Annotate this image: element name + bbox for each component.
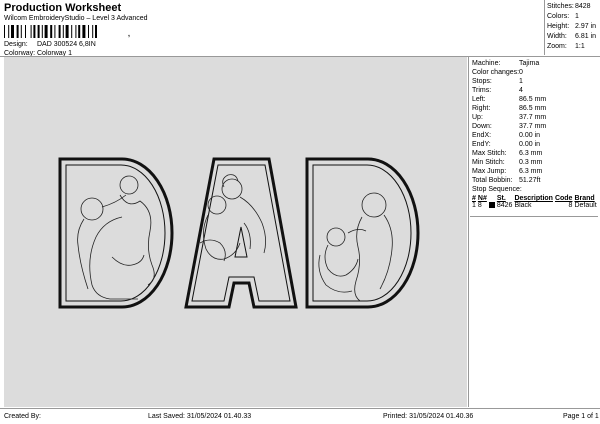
row-brand: Default xyxy=(574,202,597,209)
barcode-suffix: , xyxy=(128,31,130,38)
spec-label: Max Stitch: xyxy=(472,150,507,157)
software-subtitle: Wilcom EmbroideryStudio – Level 3 Advanc… xyxy=(4,15,148,22)
spec-label: Stops: xyxy=(472,78,492,85)
header-code: Code xyxy=(554,195,573,202)
embroidery-design xyxy=(58,157,420,309)
header-stitches: St. xyxy=(496,195,506,202)
spec-label: Left: xyxy=(472,96,486,103)
page-title: Production Worksheet xyxy=(4,2,122,14)
barcode-bar xyxy=(16,25,19,38)
spec-value: 0 xyxy=(519,69,523,76)
barcode-bar xyxy=(11,25,14,38)
spec-label: EndX: xyxy=(472,132,492,139)
header-n: N# xyxy=(477,195,487,202)
height-label: Height: xyxy=(547,23,570,30)
height-value: 2.97 in xyxy=(575,23,597,30)
barcode-bar xyxy=(54,25,56,38)
table-header-row: # N# St. Description Code Brand xyxy=(471,195,598,202)
colors-label: Colors: xyxy=(547,13,570,20)
barcode-bar xyxy=(37,25,40,38)
header-swatch xyxy=(488,195,496,202)
zoom-label: Zoom: xyxy=(547,43,567,50)
letter-d-left xyxy=(58,157,174,309)
barcode-bar xyxy=(58,25,61,38)
zoom-value: 1:1 xyxy=(575,43,585,50)
spec-label: Up: xyxy=(472,114,483,121)
row-description: Black xyxy=(514,202,532,209)
created-by: Created By: xyxy=(4,413,41,420)
barcode-bar xyxy=(95,25,97,38)
spec-value: 86.5 mm xyxy=(519,96,547,103)
barcode-bar xyxy=(50,25,53,38)
header-brand: Brand xyxy=(574,195,595,202)
stitches-value: 8428 xyxy=(575,3,591,10)
barcode-bar xyxy=(4,25,5,38)
spec-value: 0.00 in xyxy=(519,132,541,139)
row-swatch xyxy=(488,202,496,209)
letter-a xyxy=(184,157,298,309)
row-code: 8 xyxy=(568,202,573,209)
design-value: DAD 300524 6,8IN xyxy=(37,41,96,48)
stop-sequence-table: # N# St. Description Code Brand 1 8 8426… xyxy=(471,195,598,209)
spec-value: 0.00 in xyxy=(519,141,541,148)
panel-divider xyxy=(468,57,469,407)
spec-label: Right: xyxy=(472,105,491,112)
footer-divider xyxy=(0,408,600,409)
barcode-bar xyxy=(65,25,69,38)
barcode-bar xyxy=(82,25,86,38)
sequence-divider xyxy=(470,216,598,217)
spec-label: Max Jump: xyxy=(472,168,507,175)
spec-label: Min Stitch: xyxy=(472,159,505,166)
table-row: 1 8 8426 Black 8 Default xyxy=(471,202,598,209)
color-swatch xyxy=(488,202,495,209)
stop-sequence-title: Stop Sequence: xyxy=(472,186,522,193)
design-preview xyxy=(4,57,467,407)
spec-value: 1 xyxy=(519,78,523,85)
barcode-bar xyxy=(44,25,48,38)
stitches-label: Stitches: xyxy=(547,3,574,10)
colors-value: 1 xyxy=(575,13,579,20)
barcode-bar xyxy=(8,25,10,38)
row-n: 8 xyxy=(477,202,482,209)
barcode-bar xyxy=(41,25,43,38)
width-label: Width: xyxy=(547,33,567,40)
barcode-bar xyxy=(25,25,26,38)
spec-value: 6.3 mm xyxy=(519,168,543,175)
spec-value: Tajima xyxy=(519,60,540,67)
spec-label: Total Bobbin: xyxy=(472,177,513,184)
letter-d-right xyxy=(305,157,420,309)
barcode-bar xyxy=(20,25,22,38)
page-number: Page 1 of 1 xyxy=(563,413,599,420)
barcode-bar xyxy=(88,25,89,38)
spec-value: 4 xyxy=(519,87,523,94)
barcode-bar xyxy=(75,25,77,38)
spec-value: 86.5 mm xyxy=(519,105,547,112)
header-divider xyxy=(544,0,545,55)
spec-value: 0.3 mm xyxy=(519,159,543,166)
spec-value: 6.3 mm xyxy=(519,150,543,157)
barcode xyxy=(4,25,97,38)
spec-label: Color changes: xyxy=(472,69,520,76)
barcode-bar xyxy=(71,25,73,38)
barcode-bar xyxy=(62,25,64,38)
barcode-bar xyxy=(78,25,81,38)
spec-label: EndY: xyxy=(472,141,491,148)
barcode-bar xyxy=(33,25,36,38)
barcode-bar xyxy=(92,25,94,38)
spec-value: 37.7 mm xyxy=(519,123,547,130)
spec-value: 37.7 mm xyxy=(519,114,547,121)
design-label: Design: xyxy=(4,41,28,48)
barcode-bar xyxy=(30,25,32,38)
last-saved: Last Saved: 31/05/2024 01.40.33 xyxy=(148,413,252,420)
spec-value: 51.27ft xyxy=(519,177,541,184)
printed-date: Printed: 31/05/2024 01.40.36 xyxy=(383,413,474,420)
spec-label: Down: xyxy=(472,123,492,130)
spec-label: Trims: xyxy=(472,87,492,94)
spec-label: Machine: xyxy=(472,60,501,67)
width-value: 6.81 in xyxy=(575,33,597,40)
header-description: Description xyxy=(514,195,553,202)
row-stitches: 8426 xyxy=(496,202,513,209)
